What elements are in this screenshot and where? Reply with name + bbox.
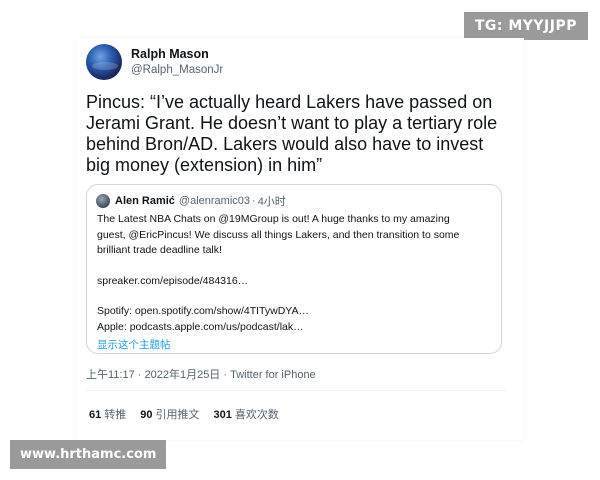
divider (86, 390, 506, 391)
like-count[interactable]: 301 喜欢次数 (214, 406, 279, 422)
quoted-apple-link[interactable]: Apple: podcasts.apple.com/us/podcast/lak… (97, 320, 497, 336)
author-handle[interactable]: @Ralph_MasonJr (131, 62, 223, 78)
quoted-text-line: The Latest NBA Chats on @19MGroup is out… (97, 213, 450, 225)
watermark-tg-badge: TG: MYYJJPP (463, 12, 588, 40)
tweet-meta[interactable]: 上午11:17 · 2022年1月25日 · Twitter for iPhon… (86, 366, 316, 382)
author-display-name[interactable]: Ralph Mason (131, 46, 223, 62)
quoted-text-line: guest, @EricPincus! We discuss all thing… (97, 228, 460, 241)
quote-tweet-count[interactable]: 90 引用推文 (140, 406, 199, 422)
quoted-separator: · (252, 195, 256, 207)
quoted-tweet[interactable]: Alen Ramić @alenramic03 · 4小时 The Latest… (86, 184, 502, 354)
quoted-author-handle: @alenramic03 (178, 195, 251, 207)
like-count-number: 301 (213, 409, 232, 421)
tweet-stats: 61 转推 90 引用推文 301 喜欢次数 (89, 406, 293, 422)
quoted-avatar[interactable] (96, 194, 110, 208)
quoted-episode-link[interactable]: spreaker.com/episode/484316… (97, 274, 497, 290)
quoted-text-blank-line (97, 289, 497, 304)
show-thread-link[interactable]: 显示这个主题帖 (97, 338, 497, 354)
quoted-text-line: brilliant trade deadline talk! (97, 244, 222, 256)
avatar[interactable] (86, 44, 122, 80)
quote-tweet-count-number: 90 (140, 409, 153, 421)
like-count-label: 喜欢次数 (234, 409, 279, 421)
quoted-text: The Latest NBA Chats on @19MGroup is out… (97, 212, 497, 354)
retweet-count[interactable]: 61 转推 (89, 406, 126, 422)
quote-tweet-count-label: 引用推文 (155, 409, 200, 421)
watermark-url-badge: www.hrthamc.com (10, 440, 167, 469)
tweet-card: Ralph Mason @Ralph_MasonJr Pincus: “I’ve… (76, 38, 524, 440)
quoted-text-blank-line (97, 259, 497, 274)
retweet-count-label: 转推 (104, 409, 127, 421)
retweet-count-number: 61 (89, 409, 102, 421)
quoted-spotify-link[interactable]: Spotify: open.spotify.com/show/4TITywDYA… (97, 304, 497, 320)
quoted-timestamp[interactable]: 4小时 (258, 193, 286, 209)
tweet-author[interactable]: Ralph Mason @Ralph_MasonJr (86, 44, 223, 80)
quoted-author-name[interactable]: Alen Ramić (115, 195, 175, 207)
tweet-text: Pincus: “I’ve actually heard Lakers have… (86, 92, 498, 175)
